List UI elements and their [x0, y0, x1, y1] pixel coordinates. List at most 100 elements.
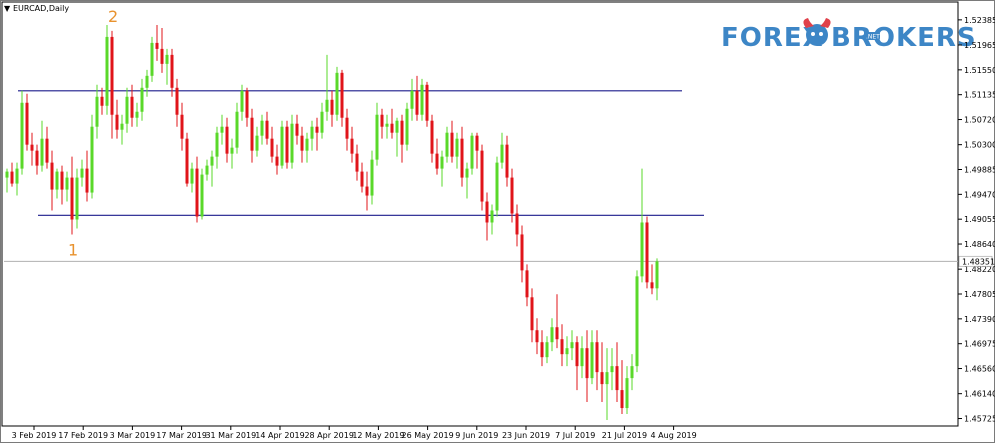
candle-body	[75, 177, 79, 220]
candle-body	[595, 342, 599, 373]
candle-body	[615, 366, 619, 391]
forexbrokers-logo: FOREX BROKERS .NET	[721, 18, 977, 53]
x-tick-label: 3 Mar 2019	[110, 431, 156, 440]
candle-body	[535, 330, 539, 343]
candle-body	[395, 120, 399, 133]
candle-body	[495, 162, 499, 211]
logo-net-text: .NET	[866, 34, 880, 41]
marker-label: 1	[68, 240, 78, 259]
current-price-label: 1.48351	[962, 257, 995, 266]
candle-body	[215, 132, 219, 157]
candle-body	[400, 120, 404, 145]
candle-body	[425, 84, 429, 121]
y-tick-label: 1.46975	[964, 340, 995, 349]
candle-body	[250, 117, 254, 151]
candle	[75, 168, 79, 229]
candle-body	[655, 261, 659, 289]
candle-body	[60, 171, 64, 190]
candle-body	[85, 168, 89, 193]
candle-body	[460, 138, 464, 178]
candle-body	[30, 144, 34, 151]
candle-body	[525, 270, 529, 298]
candle-body	[305, 138, 309, 151]
y-tick-label: 1.46560	[964, 365, 995, 374]
candle-body	[360, 171, 364, 187]
candlestick-chart: ▼ EURCAD,Daily FOREX BROKERS .NET 1 2 1.5…	[0, 0, 995, 443]
candle-body	[610, 366, 614, 373]
chart-window: ▼ EURCAD,Daily FOREX BROKERS .NET 1 2 1.5…	[0, 0, 995, 443]
candle-body	[280, 126, 284, 166]
y-tick-label: 1.49470	[964, 190, 995, 199]
candle-body	[150, 42, 154, 76]
candle-body	[110, 36, 114, 115]
candle-body	[130, 96, 134, 118]
candle	[185, 132, 189, 187]
candle-body	[635, 276, 639, 367]
y-tick-label: 1.51965	[964, 41, 995, 50]
candle	[635, 270, 639, 373]
candle-body	[20, 102, 24, 169]
candle-body	[225, 126, 229, 154]
candle-body	[145, 75, 149, 88]
candle-body	[65, 177, 69, 190]
candle	[200, 168, 204, 220]
candle-body	[350, 138, 354, 154]
x-tick-label: 17 Feb 2019	[58, 431, 108, 440]
y-tick-label: 1.47805	[964, 290, 995, 299]
candle-body	[320, 111, 324, 133]
x-tick-label: 21 Jul 2019	[602, 431, 647, 440]
y-tick-label: 1.48640	[964, 240, 995, 249]
candle-body	[605, 372, 609, 385]
candle-body	[155, 42, 159, 49]
candle-body	[365, 186, 369, 196]
candle-body	[585, 348, 589, 379]
candle-body	[510, 177, 514, 214]
candle-body	[180, 114, 184, 139]
candle-body	[245, 90, 249, 118]
candle-body	[465, 168, 469, 178]
candle	[420, 78, 424, 121]
candle	[645, 216, 649, 289]
candle-body	[25, 102, 29, 145]
candle-body	[105, 36, 109, 106]
candle	[425, 81, 429, 127]
candle-body	[50, 162, 54, 190]
candle-body	[135, 111, 139, 118]
x-tick-label: 23 Jun 2019	[502, 431, 550, 440]
y-tick-label: 1.47390	[964, 315, 995, 324]
candle-body	[165, 54, 169, 64]
candle-body	[560, 339, 564, 355]
x-tick-label: 26 May 2019	[402, 431, 454, 440]
candle-body	[340, 72, 344, 118]
x-tick-label: 17 Mar 2019	[156, 431, 207, 440]
logo-brokers-text: BROKERS	[831, 23, 977, 53]
candle-body	[100, 96, 104, 106]
candle-body	[265, 120, 269, 139]
candle-body	[170, 54, 174, 88]
candle	[20, 90, 24, 175]
candle-body	[210, 156, 214, 166]
candle-body	[5, 171, 9, 178]
candle-body	[70, 177, 74, 220]
candle-body	[620, 390, 624, 409]
candle-body	[355, 153, 359, 172]
candle-body	[370, 159, 374, 196]
marker-label: 2	[108, 7, 118, 26]
candle-body	[45, 138, 49, 163]
candle-body	[115, 114, 119, 130]
candle-body	[125, 96, 129, 124]
window-title-arrow-icon: ▼	[4, 4, 11, 13]
candle-body	[555, 327, 559, 340]
candle-body	[55, 171, 59, 190]
candle-body	[260, 120, 264, 136]
x-tick-label: 4 Aug 2019	[651, 431, 697, 440]
candle-body	[410, 90, 414, 109]
candle	[470, 132, 474, 175]
candle	[90, 114, 94, 199]
candle-body	[330, 99, 334, 115]
candle-body	[190, 168, 194, 184]
y-tick-label: 1.45725	[964, 415, 995, 424]
candle-body	[430, 120, 434, 154]
candle-body	[650, 282, 654, 289]
candle-body	[500, 144, 504, 163]
